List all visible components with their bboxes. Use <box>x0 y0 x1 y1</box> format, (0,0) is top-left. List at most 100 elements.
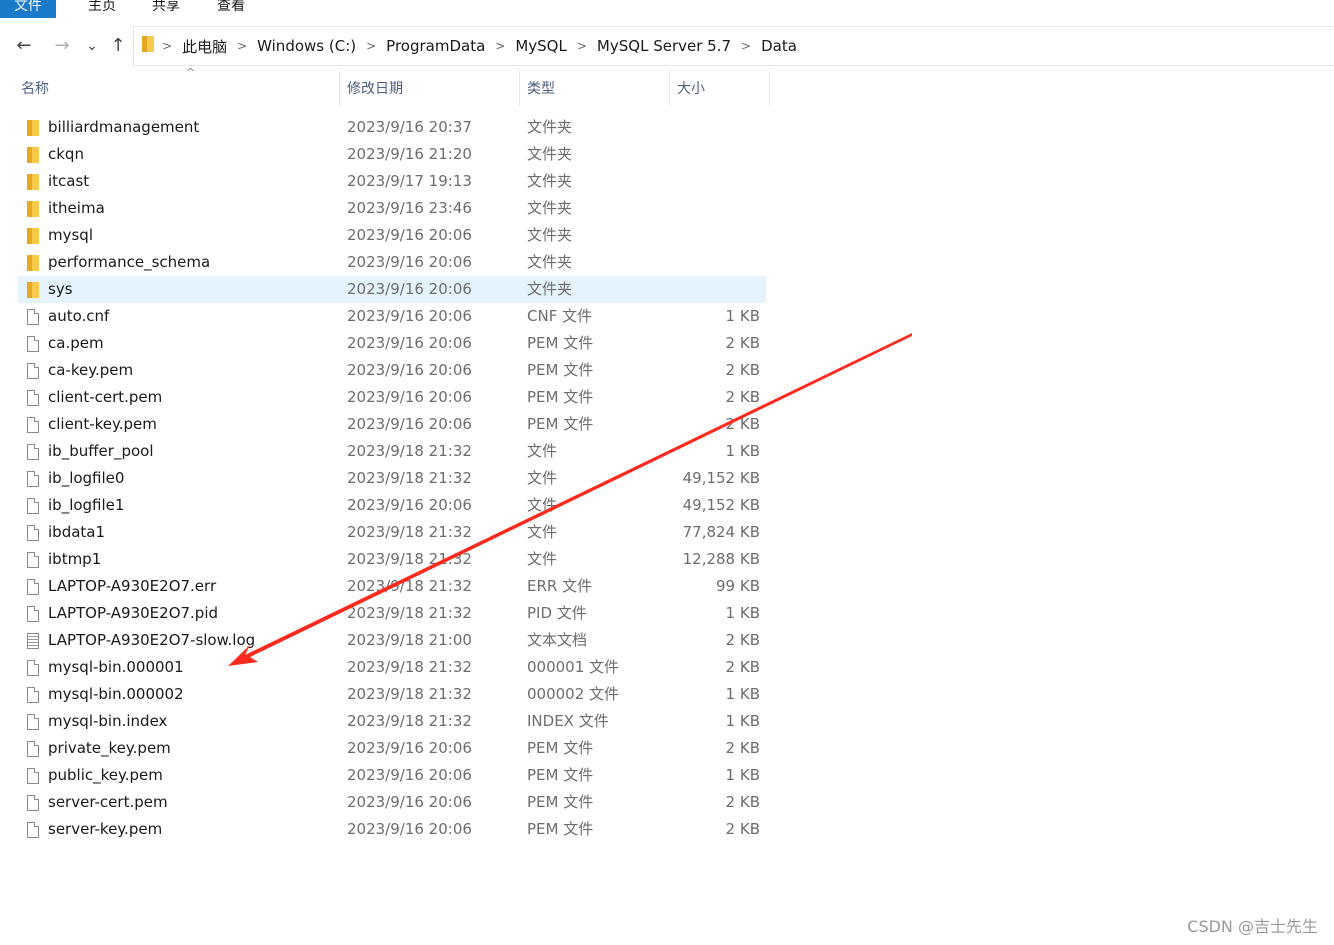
file-size: 2 KB <box>725 388 760 406</box>
file-name: ibdata1 <box>48 523 106 541</box>
file-row[interactable]: LAPTOP-A930E2O7.err 2023/9/18 21:32 ERR 文件… <box>18 573 766 600</box>
file-date: 2023/9/17 19:13 <box>347 172 472 190</box>
file-row[interactable]: ibtmp1 2023/9/18 21:32 文件 12,288 KB <box>18 546 766 573</box>
file-size: 49,152 KB <box>682 496 760 514</box>
file-size: 1 KB <box>725 712 760 730</box>
file-row[interactable]: mysql-bin.000001 2023/9/18 21:32 000001 文件… <box>18 654 766 681</box>
file-row[interactable]: ib_logfile0 2023/9/18 21:32 文件 49,152 KB <box>18 465 766 492</box>
file-size: 1 KB <box>725 685 760 703</box>
ribbon-tabs: 文件 主页 共享 查看 <box>0 0 1334 18</box>
breadcrumb-data[interactable]: Data <box>757 37 801 55</box>
file-name: billiardmanagement <box>48 118 200 136</box>
file-type: 000001 文件 <box>527 658 620 676</box>
file-name: performance_schema <box>48 253 211 271</box>
file-type: 000002 文件 <box>527 685 620 703</box>
file-size: 2 KB <box>725 820 760 838</box>
column-header-size[interactable]: 大小 <box>670 70 770 106</box>
breadcrumb-separator-icon[interactable]: > <box>156 39 178 53</box>
file-row[interactable]: client-key.pem 2023/9/16 20:06 PEM 文件 2 KB <box>18 411 766 438</box>
file-icon <box>27 336 39 352</box>
tab-file[interactable]: 文件 <box>0 0 56 18</box>
file-row[interactable]: billiardmanagement 2023/9/16 20:37 文件夹 <box>18 114 766 141</box>
file-row[interactable]: ibdata1 2023/9/18 21:32 文件 77,824 KB <box>18 519 766 546</box>
file-row[interactable]: mysql 2023/9/16 20:06 文件夹 <box>18 222 766 249</box>
up-arrow-icon[interactable]: ↑ <box>107 34 129 58</box>
tab-share[interactable]: 共享 <box>152 0 180 18</box>
file-date: 2023/9/16 20:06 <box>347 361 472 379</box>
file-date: 2023/9/16 20:06 <box>347 226 472 244</box>
file-date: 2023/9/18 21:32 <box>347 658 472 676</box>
folder-icon <box>27 282 39 298</box>
file-date: 2023/9/18 21:32 <box>347 685 472 703</box>
file-type: 文本文档 <box>527 631 588 649</box>
file-list: billiardmanagement 2023/9/16 20:37 文件夹 ckqn… <box>18 114 766 843</box>
file-row[interactable]: performance_schema 2023/9/16 20:06 文件夹 <box>18 249 766 276</box>
address-bar[interactable]: > 此电脑 > Windows (C:) > ProgramData > MyS… <box>133 26 1334 66</box>
breadcrumb-separator-icon[interactable]: > <box>735 39 757 53</box>
file-name: server-cert.pem <box>48 793 168 811</box>
breadcrumb-mysql-server[interactable]: MySQL Server 5.7 <box>593 37 735 55</box>
file-row[interactable]: ckqn 2023/9/16 21:20 文件夹 <box>18 141 766 168</box>
file-row[interactable]: public_key.pem 2023/9/16 20:06 PEM 文件 1 KB <box>18 762 766 789</box>
file-row[interactable]: ca.pem 2023/9/16 20:06 PEM 文件 2 KB <box>18 330 766 357</box>
breadcrumb-separator-icon[interactable]: > <box>231 39 253 53</box>
back-arrow-icon[interactable]: ← <box>13 34 35 58</box>
file-name: itheima <box>48 199 105 217</box>
file-icon <box>27 525 39 541</box>
file-row[interactable]: ca-key.pem 2023/9/16 20:06 PEM 文件 2 KB <box>18 357 766 384</box>
recent-locations-chevron-icon[interactable]: ⌄ <box>81 34 103 58</box>
forward-arrow-icon[interactable]: → <box>51 34 73 58</box>
file-type: 文件夹 <box>527 199 573 217</box>
file-row[interactable]: mysql-bin.000002 2023/9/18 21:32 000002 文件… <box>18 681 766 708</box>
file-row[interactable]: private_key.pem 2023/9/16 20:06 PEM 文件 2 KB <box>18 735 766 762</box>
file-size: 49,152 KB <box>682 469 760 487</box>
folder-icon <box>27 228 39 244</box>
file-date: 2023/9/16 20:06 <box>347 253 472 271</box>
file-row[interactable]: auto.cnf 2023/9/16 20:06 CNF 文件 1 KB <box>18 303 766 330</box>
file-type: 文件 <box>527 523 558 541</box>
tab-home[interactable]: 主页 <box>88 0 116 18</box>
column-header-date[interactable]: 修改日期 <box>340 70 520 106</box>
file-date: 2023/9/18 21:32 <box>347 712 472 730</box>
breadcrumb-separator-icon[interactable]: > <box>360 39 382 53</box>
file-type: 文件夹 <box>527 253 573 271</box>
breadcrumb-separator-icon[interactable]: > <box>571 39 593 53</box>
file-date: 2023/9/16 20:06 <box>347 766 472 784</box>
file-row[interactable]: server-key.pem 2023/9/16 20:06 PEM 文件 2 KB <box>18 816 766 843</box>
file-name: LAPTOP-A930E2O7.pid <box>48 604 219 622</box>
file-type: PEM 文件 <box>527 766 594 784</box>
file-type: PEM 文件 <box>527 334 594 352</box>
file-row[interactable]: LAPTOP-A930E2O7.pid 2023/9/18 21:32 PID 文件… <box>18 600 766 627</box>
file-date: 2023/9/16 20:06 <box>347 280 472 298</box>
file-row[interactable]: mysql-bin.index 2023/9/18 21:32 INDEX 文件 1 … <box>18 708 766 735</box>
file-date: 2023/9/16 20:06 <box>347 496 472 514</box>
file-row[interactable]: ib_buffer_pool 2023/9/18 21:32 文件 1 KB <box>18 438 766 465</box>
breadcrumb-windows-c[interactable]: Windows (C:) <box>253 37 360 55</box>
file-size: 1 KB <box>725 766 760 784</box>
file-name: ca-key.pem <box>48 361 134 379</box>
breadcrumb-mysql[interactable]: MySQL <box>511 37 571 55</box>
file-type: PEM 文件 <box>527 361 594 379</box>
file-row[interactable]: LAPTOP-A930E2O7-slow.log 2023/9/18 21:00 文… <box>18 627 766 654</box>
column-header-name[interactable]: ^ 名称 <box>18 66 340 106</box>
file-size: 77,824 KB <box>682 523 760 541</box>
file-type: 文件夹 <box>527 226 573 244</box>
file-name: mysql-bin.index <box>48 712 168 730</box>
breadcrumb-programdata[interactable]: ProgramData <box>382 37 489 55</box>
tab-view[interactable]: 查看 <box>217 0 245 18</box>
breadcrumb-separator-icon[interactable]: > <box>489 39 511 53</box>
file-row[interactable]: ib_logfile1 2023/9/16 20:06 文件 49,152 KB <box>18 492 766 519</box>
file-name: private_key.pem <box>48 739 171 757</box>
file-name: LAPTOP-A930E2O7-slow.log <box>48 631 256 649</box>
file-row[interactable]: itcast 2023/9/17 19:13 文件夹 <box>18 168 766 195</box>
file-icon <box>27 822 39 838</box>
file-row[interactable]: client-cert.pem 2023/9/16 20:06 PEM 文件 2 KB <box>18 384 766 411</box>
file-row[interactable]: server-cert.pem 2023/9/16 20:06 PEM 文件 2 KB <box>18 789 766 816</box>
file-row[interactable]: itheima 2023/9/16 23:46 文件夹 <box>18 195 766 222</box>
file-row[interactable]: sys 2023/9/16 20:06 文件夹 <box>18 276 766 303</box>
file-icon <box>27 471 39 487</box>
file-icon <box>27 417 39 433</box>
file-size: 2 KB <box>725 631 760 649</box>
column-header-type[interactable]: 类型 <box>520 70 670 106</box>
file-date: 2023/9/16 20:06 <box>347 793 472 811</box>
